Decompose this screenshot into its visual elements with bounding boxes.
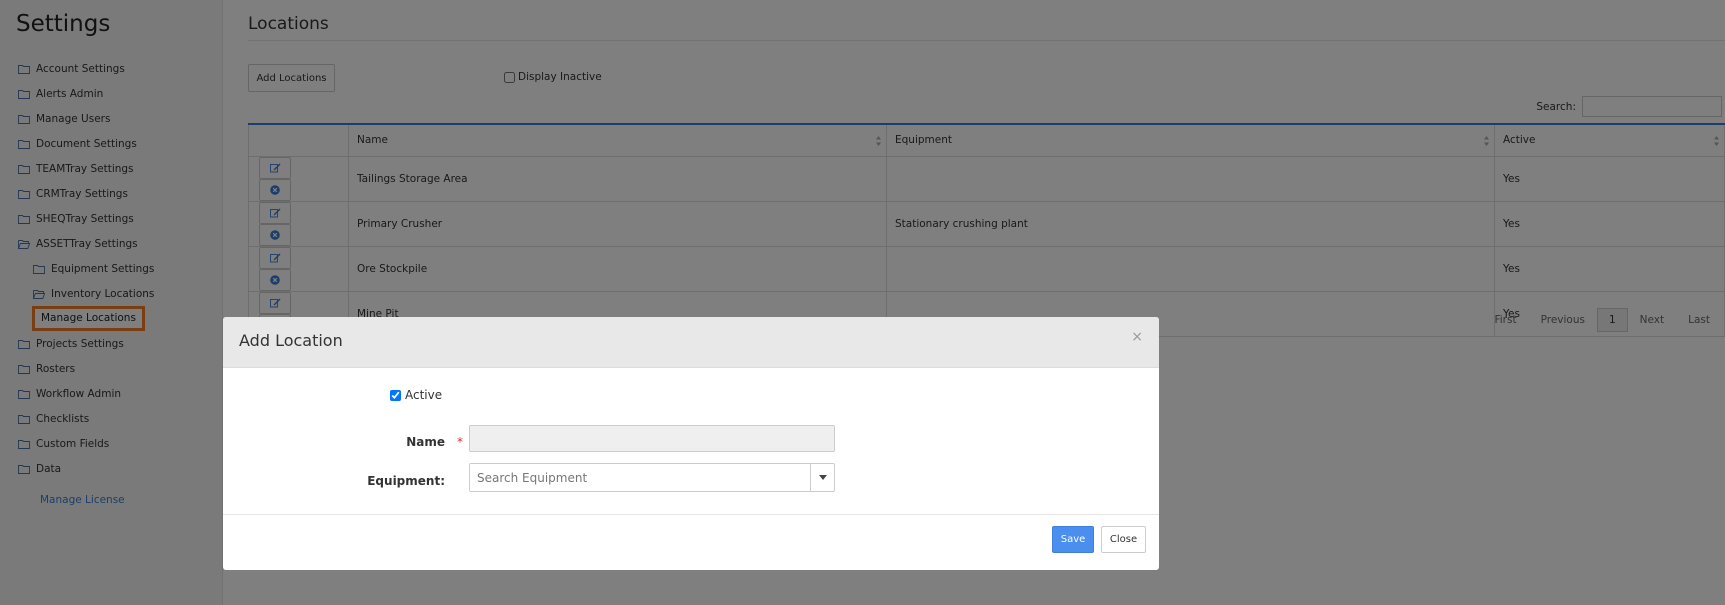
active-field[interactable]: Active <box>390 388 442 402</box>
dialog-footer: Save Close <box>223 515 1159 570</box>
dialog-header: Add Location × <box>223 317 1159 368</box>
equipment-select[interactable] <box>469 463 835 492</box>
equipment-search-input[interactable] <box>470 464 810 491</box>
name-label: Name <box>406 435 445 449</box>
active-label: Active <box>405 388 443 402</box>
close-icon[interactable]: × <box>1131 329 1143 345</box>
dialog-body: Active Name * Equipment: <box>223 368 1159 515</box>
name-input[interactable] <box>469 425 835 452</box>
close-button[interactable]: Close <box>1101 526 1146 553</box>
required-marker: * <box>457 435 463 449</box>
add-location-dialog: Add Location × Active Name * Equipment: … <box>223 317 1159 570</box>
dialog-title: Add Location <box>239 331 343 350</box>
active-checkbox[interactable] <box>390 389 401 401</box>
save-button[interactable]: Save <box>1052 526 1094 553</box>
equipment-label: Equipment: <box>367 474 445 488</box>
equipment-dropdown-button[interactable] <box>810 464 834 491</box>
caret-down-icon <box>818 475 827 480</box>
